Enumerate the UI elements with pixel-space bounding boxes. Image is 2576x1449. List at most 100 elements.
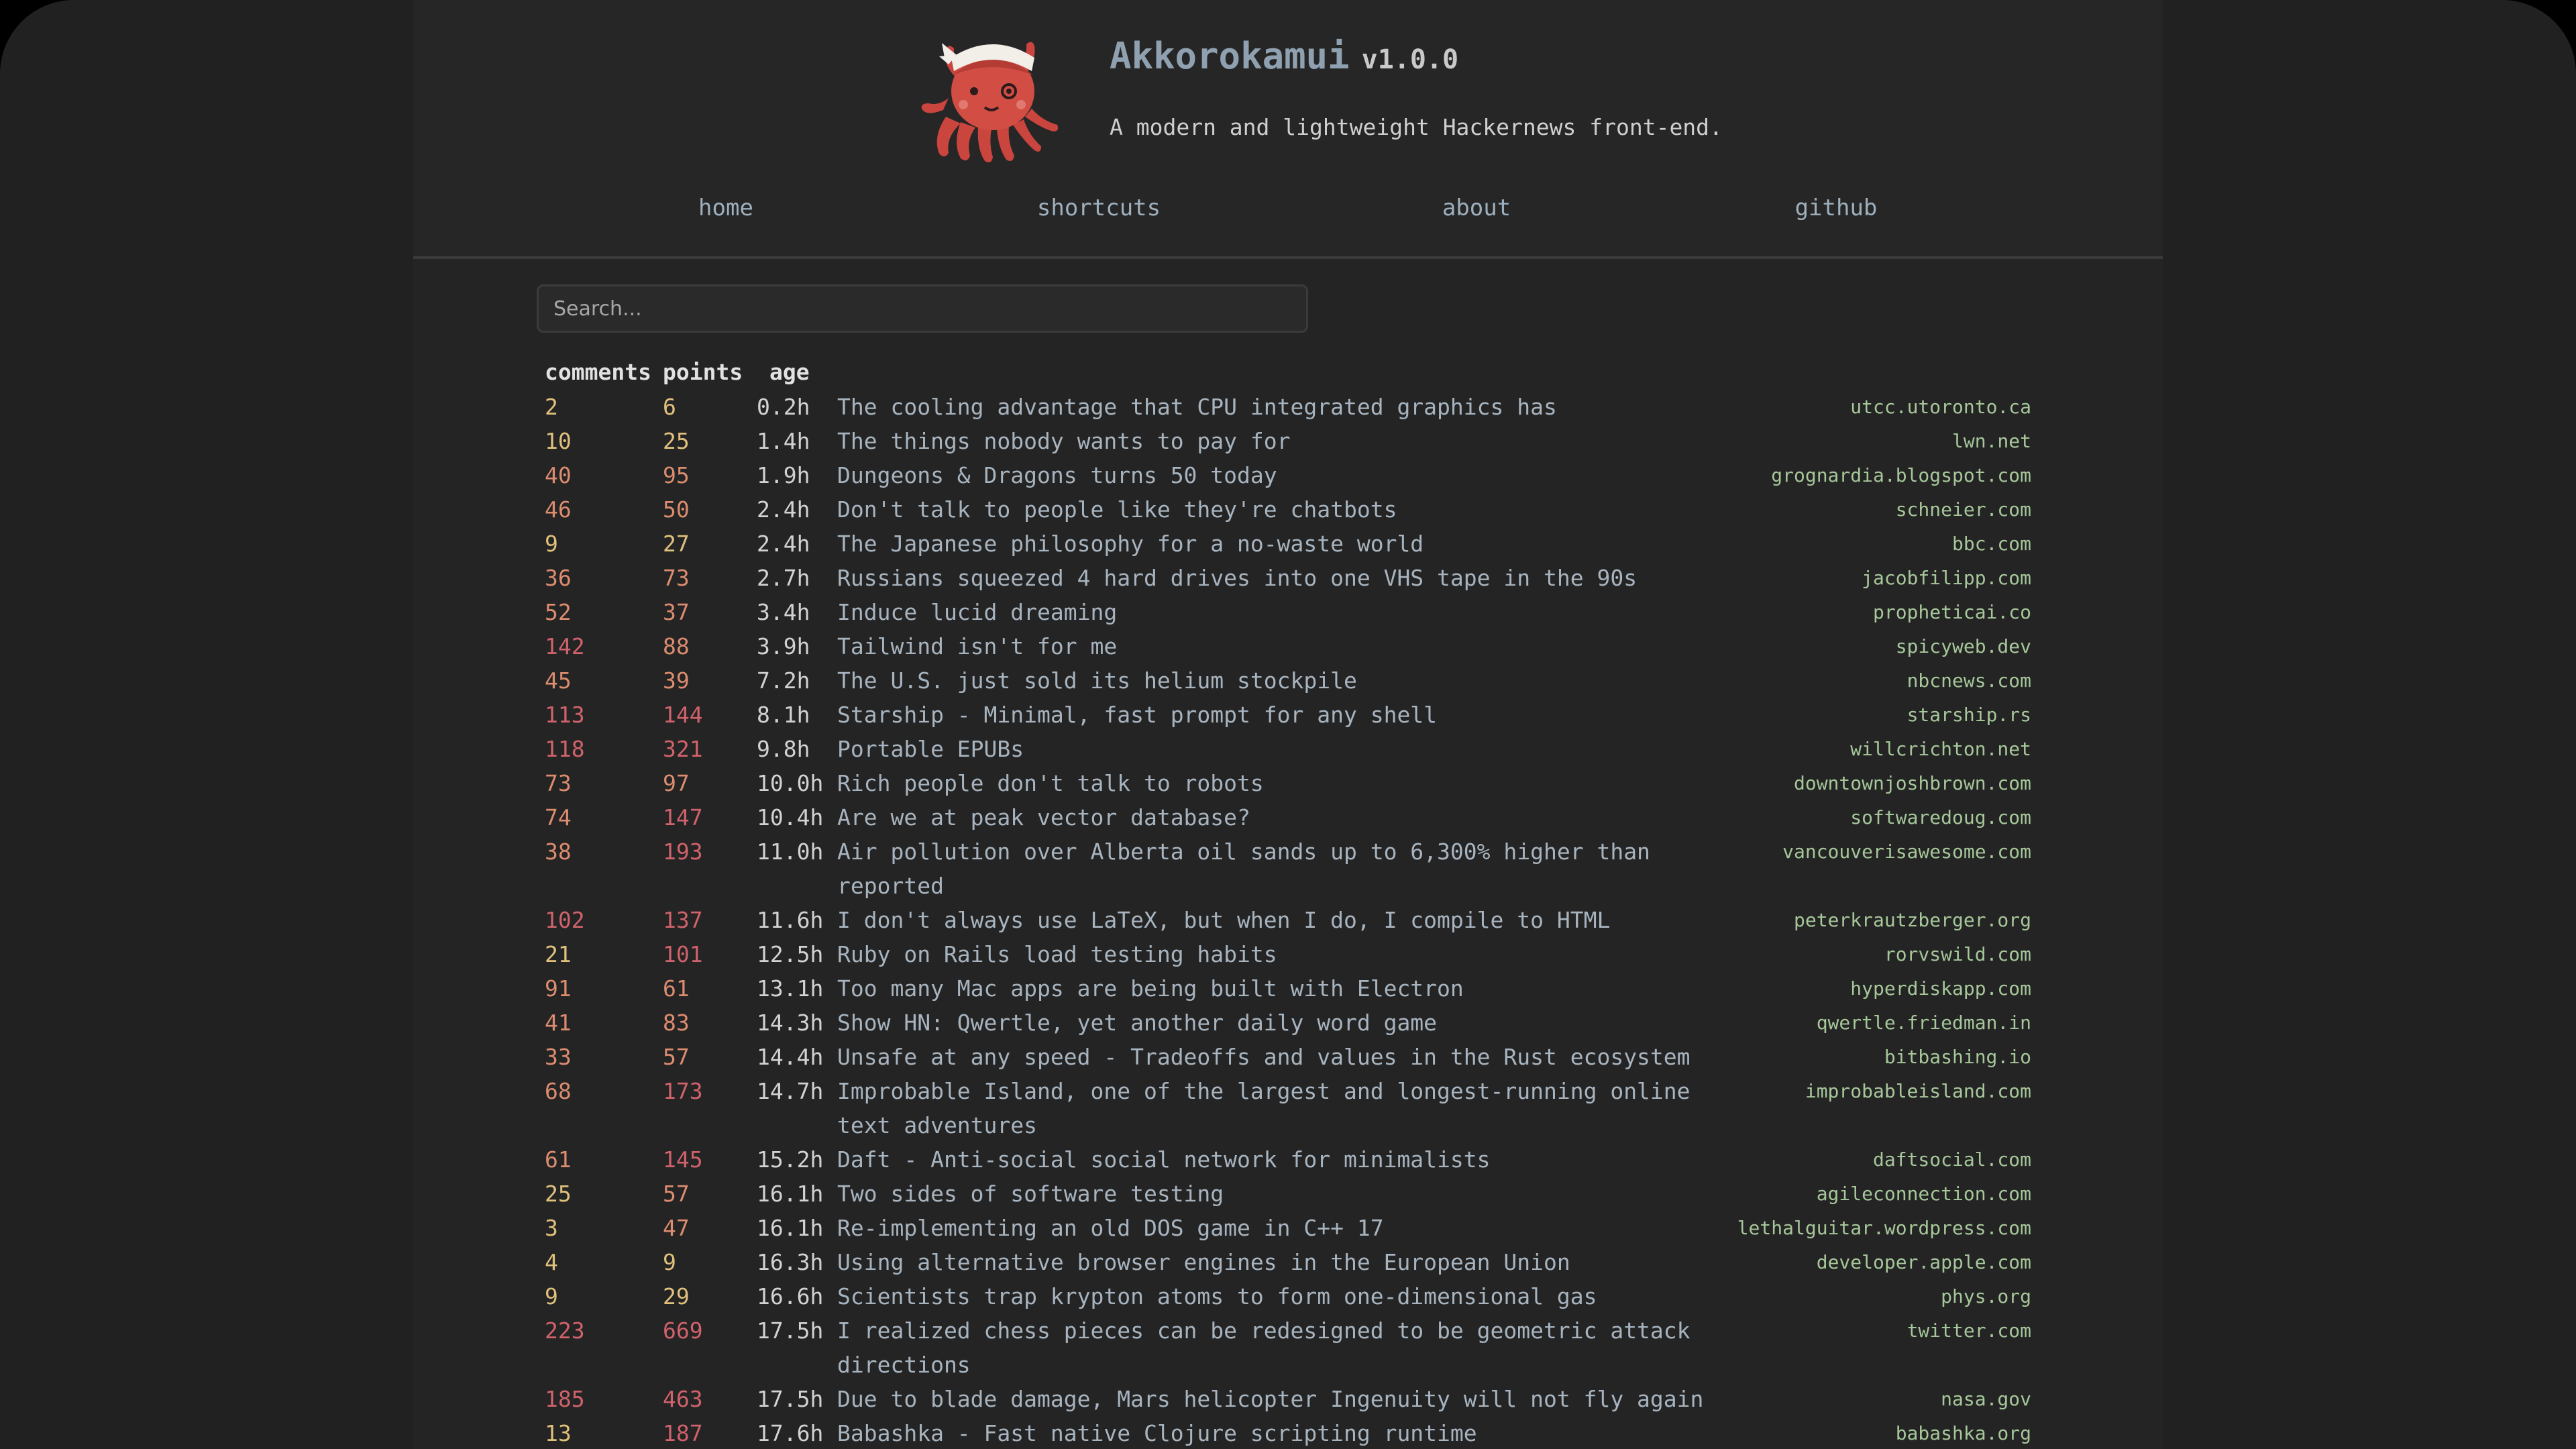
story-domain-link[interactable]: twitter.com	[1907, 1313, 2031, 1348]
story-comments-count[interactable]: 46	[545, 492, 572, 527]
story-domain-link[interactable]: qwertle.friedman.in	[1817, 1006, 2031, 1040]
story-title-link[interactable]: Air pollution over Alberta oil sands up …	[837, 835, 1750, 903]
story-comments-count[interactable]: 45	[545, 663, 572, 698]
story-title-link[interactable]: The things nobody wants to pay for	[837, 424, 1750, 458]
nav-about-link[interactable]: about	[1442, 195, 1511, 221]
story-age: 1.4h	[757, 428, 810, 454]
story-title-link[interactable]: Unsafe at any speed - Tradeoffs and valu…	[837, 1040, 1750, 1074]
story-title-link[interactable]: Russians squeezed 4 hard drives into one…	[837, 561, 1750, 595]
story-title-link[interactable]: Too many Mac apps are being built with E…	[837, 971, 1750, 1006]
story-title-link[interactable]: Induce lucid dreaming	[837, 595, 1750, 629]
story-domain-link[interactable]: nasa.gov	[1941, 1382, 2031, 1416]
story-title-link[interactable]: Don't talk to people like they're chatbo…	[837, 492, 1750, 527]
story-domain-link[interactable]: daftsocial.com	[1873, 1142, 2031, 1177]
story-title-link[interactable]: Due to blade damage, Mars helicopter Ing…	[837, 1382, 1750, 1416]
story-domain-link[interactable]: spicyweb.dev	[1896, 629, 2031, 663]
story-title-link[interactable]: Rich people don't talk to robots	[837, 766, 1750, 800]
story-comments-count[interactable]: 4	[545, 1245, 558, 1279]
story-title-link[interactable]: Two sides of software testing	[837, 1177, 1750, 1211]
story-domain-link[interactable]: bbc.com	[1952, 527, 2031, 561]
nav-shortcuts-link[interactable]: shortcuts	[1037, 195, 1161, 221]
story-comments-count[interactable]: 10	[545, 424, 572, 458]
story-domain-link[interactable]: bitbashing.io	[1884, 1040, 2031, 1074]
story-comments-count[interactable]: 223	[545, 1313, 585, 1348]
nav-github-link[interactable]: github	[1795, 195, 1878, 221]
story-comments-count[interactable]: 21	[545, 937, 572, 971]
story-title-link[interactable]: Babashka - Fast native Clojure scripting…	[837, 1416, 1750, 1449]
story-domain-link[interactable]: utcc.utoronto.ca	[1850, 390, 2031, 424]
story-comments-count[interactable]: 13	[545, 1416, 572, 1449]
story-age: 17.5h	[757, 1318, 824, 1344]
story-domain-link[interactable]: rorvswild.com	[1884, 937, 2031, 971]
story-comments-count[interactable]: 2	[545, 390, 558, 424]
story-age: 14.4h	[757, 1044, 824, 1070]
column-header-points[interactable]: points	[663, 356, 743, 389]
story-comments-count[interactable]: 113	[545, 698, 585, 732]
story-title-link[interactable]: Tailwind isn't for me	[837, 629, 1750, 663]
story-comments-count[interactable]: 91	[545, 971, 572, 1006]
story-comments-count[interactable]: 118	[545, 732, 585, 766]
story-domain-link[interactable]: propheticai.co	[1873, 595, 2031, 629]
story-domain-link[interactable]: developer.apple.com	[1817, 1245, 2031, 1279]
story-domain-link[interactable]: jacobfilipp.com	[1862, 561, 2031, 595]
story-points: 137	[663, 907, 703, 933]
story-domain-link[interactable]: grognardia.blogspot.com	[1771, 458, 2031, 492]
story-comments-count[interactable]: 74	[545, 800, 572, 835]
story-title-link[interactable]: Daft - Anti-social social network for mi…	[837, 1142, 1750, 1177]
column-header-age[interactable]: age	[769, 356, 810, 389]
story-domain-link[interactable]: willcrichton.net	[1850, 732, 2031, 766]
story-comments-count[interactable]: 142	[545, 629, 585, 663]
story-title-link[interactable]: Scientists trap krypton atoms to form on…	[837, 1279, 1750, 1313]
story-title-link[interactable]: Are we at peak vector database?	[837, 800, 1750, 835]
story-title-link[interactable]: I realized chess pieces can be redesigne…	[837, 1313, 1750, 1382]
story-comments-count[interactable]: 38	[545, 835, 572, 869]
story-comments-count[interactable]: 25	[545, 1177, 572, 1211]
octopus-logo-icon[interactable]	[919, 16, 1067, 164]
story-comments-count[interactable]: 61	[545, 1142, 572, 1177]
story-domain-link[interactable]: vancouverisawesome.com	[1782, 835, 2031, 869]
story-comments-count[interactable]: 36	[545, 561, 572, 595]
story-title-link[interactable]: Ruby on Rails load testing habits	[837, 937, 1750, 971]
story-domain-link[interactable]: babashka.org	[1896, 1416, 2031, 1449]
story-domain-link[interactable]: improbableisland.com	[1805, 1074, 2031, 1108]
story-comments-count[interactable]: 40	[545, 458, 572, 492]
story-comments-count[interactable]: 3	[545, 1211, 558, 1245]
story-comments-count[interactable]: 185	[545, 1382, 585, 1416]
story-title-link[interactable]: Re-implementing an old DOS game in C++ 1…	[837, 1211, 1750, 1245]
story-domain-link[interactable]: nbcnews.com	[1907, 663, 2031, 698]
story-title-link[interactable]: Starship - Minimal, fast prompt for any …	[837, 698, 1750, 732]
story-domain-link[interactable]: hyperdiskapp.com	[1850, 971, 2031, 1006]
story-comments-count[interactable]: 33	[545, 1040, 572, 1074]
story-title-link[interactable]: I don't always use LaTeX, but when I do,…	[837, 903, 1750, 937]
story-comments-count[interactable]: 102	[545, 903, 585, 937]
story-domain-link[interactable]: lwn.net	[1952, 424, 2031, 458]
story-row: 102 137 11.6h I don't always use LaTeX, but…	[0, 903, 2576, 937]
story-domain-link[interactable]: phys.org	[1941, 1279, 2031, 1313]
story-title-link[interactable]: Dungeons & Dragons turns 50 today	[837, 458, 1750, 492]
story-comments-count[interactable]: 52	[545, 595, 572, 629]
story-domain-link[interactable]: softwaredoug.com	[1850, 800, 2031, 835]
story-comments-count[interactable]: 9	[545, 1279, 558, 1313]
story-domain-link[interactable]: agileconnection.com	[1817, 1177, 2031, 1211]
story-domain-link[interactable]: peterkrautzberger.org	[1794, 903, 2031, 937]
story-comments-count[interactable]: 41	[545, 1006, 572, 1040]
nav-home-link[interactable]: home	[698, 195, 753, 221]
story-title-link[interactable]: The cooling advantage that CPU integrate…	[837, 390, 1750, 424]
search-input[interactable]	[537, 284, 1308, 333]
story-domain-link[interactable]: starship.rs	[1907, 698, 2031, 732]
story-title-link[interactable]: The Japanese philosophy for a no-waste w…	[837, 527, 1750, 561]
app-title[interactable]: Akkorokamui	[1110, 35, 1350, 77]
story-points: 39	[663, 667, 690, 694]
story-domain-link[interactable]: lethalguitar.wordpress.com	[1737, 1211, 2031, 1245]
story-title-link[interactable]: Using alternative browser engines in the…	[837, 1245, 1750, 1279]
story-title-link[interactable]: Portable EPUBs	[837, 732, 1750, 766]
story-comments-count[interactable]: 68	[545, 1074, 572, 1108]
story-domain-link[interactable]: downtownjoshbrown.com	[1794, 766, 2031, 800]
column-header-comments[interactable]: comments	[545, 356, 651, 389]
story-title-link[interactable]: Improbable Island, one of the largest an…	[837, 1074, 1750, 1142]
story-title-link[interactable]: The U.S. just sold its helium stockpile	[837, 663, 1750, 698]
story-comments-count[interactable]: 9	[545, 527, 558, 561]
story-title-link[interactable]: Show HN: Qwertle, yet another daily word…	[837, 1006, 1750, 1040]
story-comments-count[interactable]: 73	[545, 766, 572, 800]
story-domain-link[interactable]: schneier.com	[1896, 492, 2031, 527]
